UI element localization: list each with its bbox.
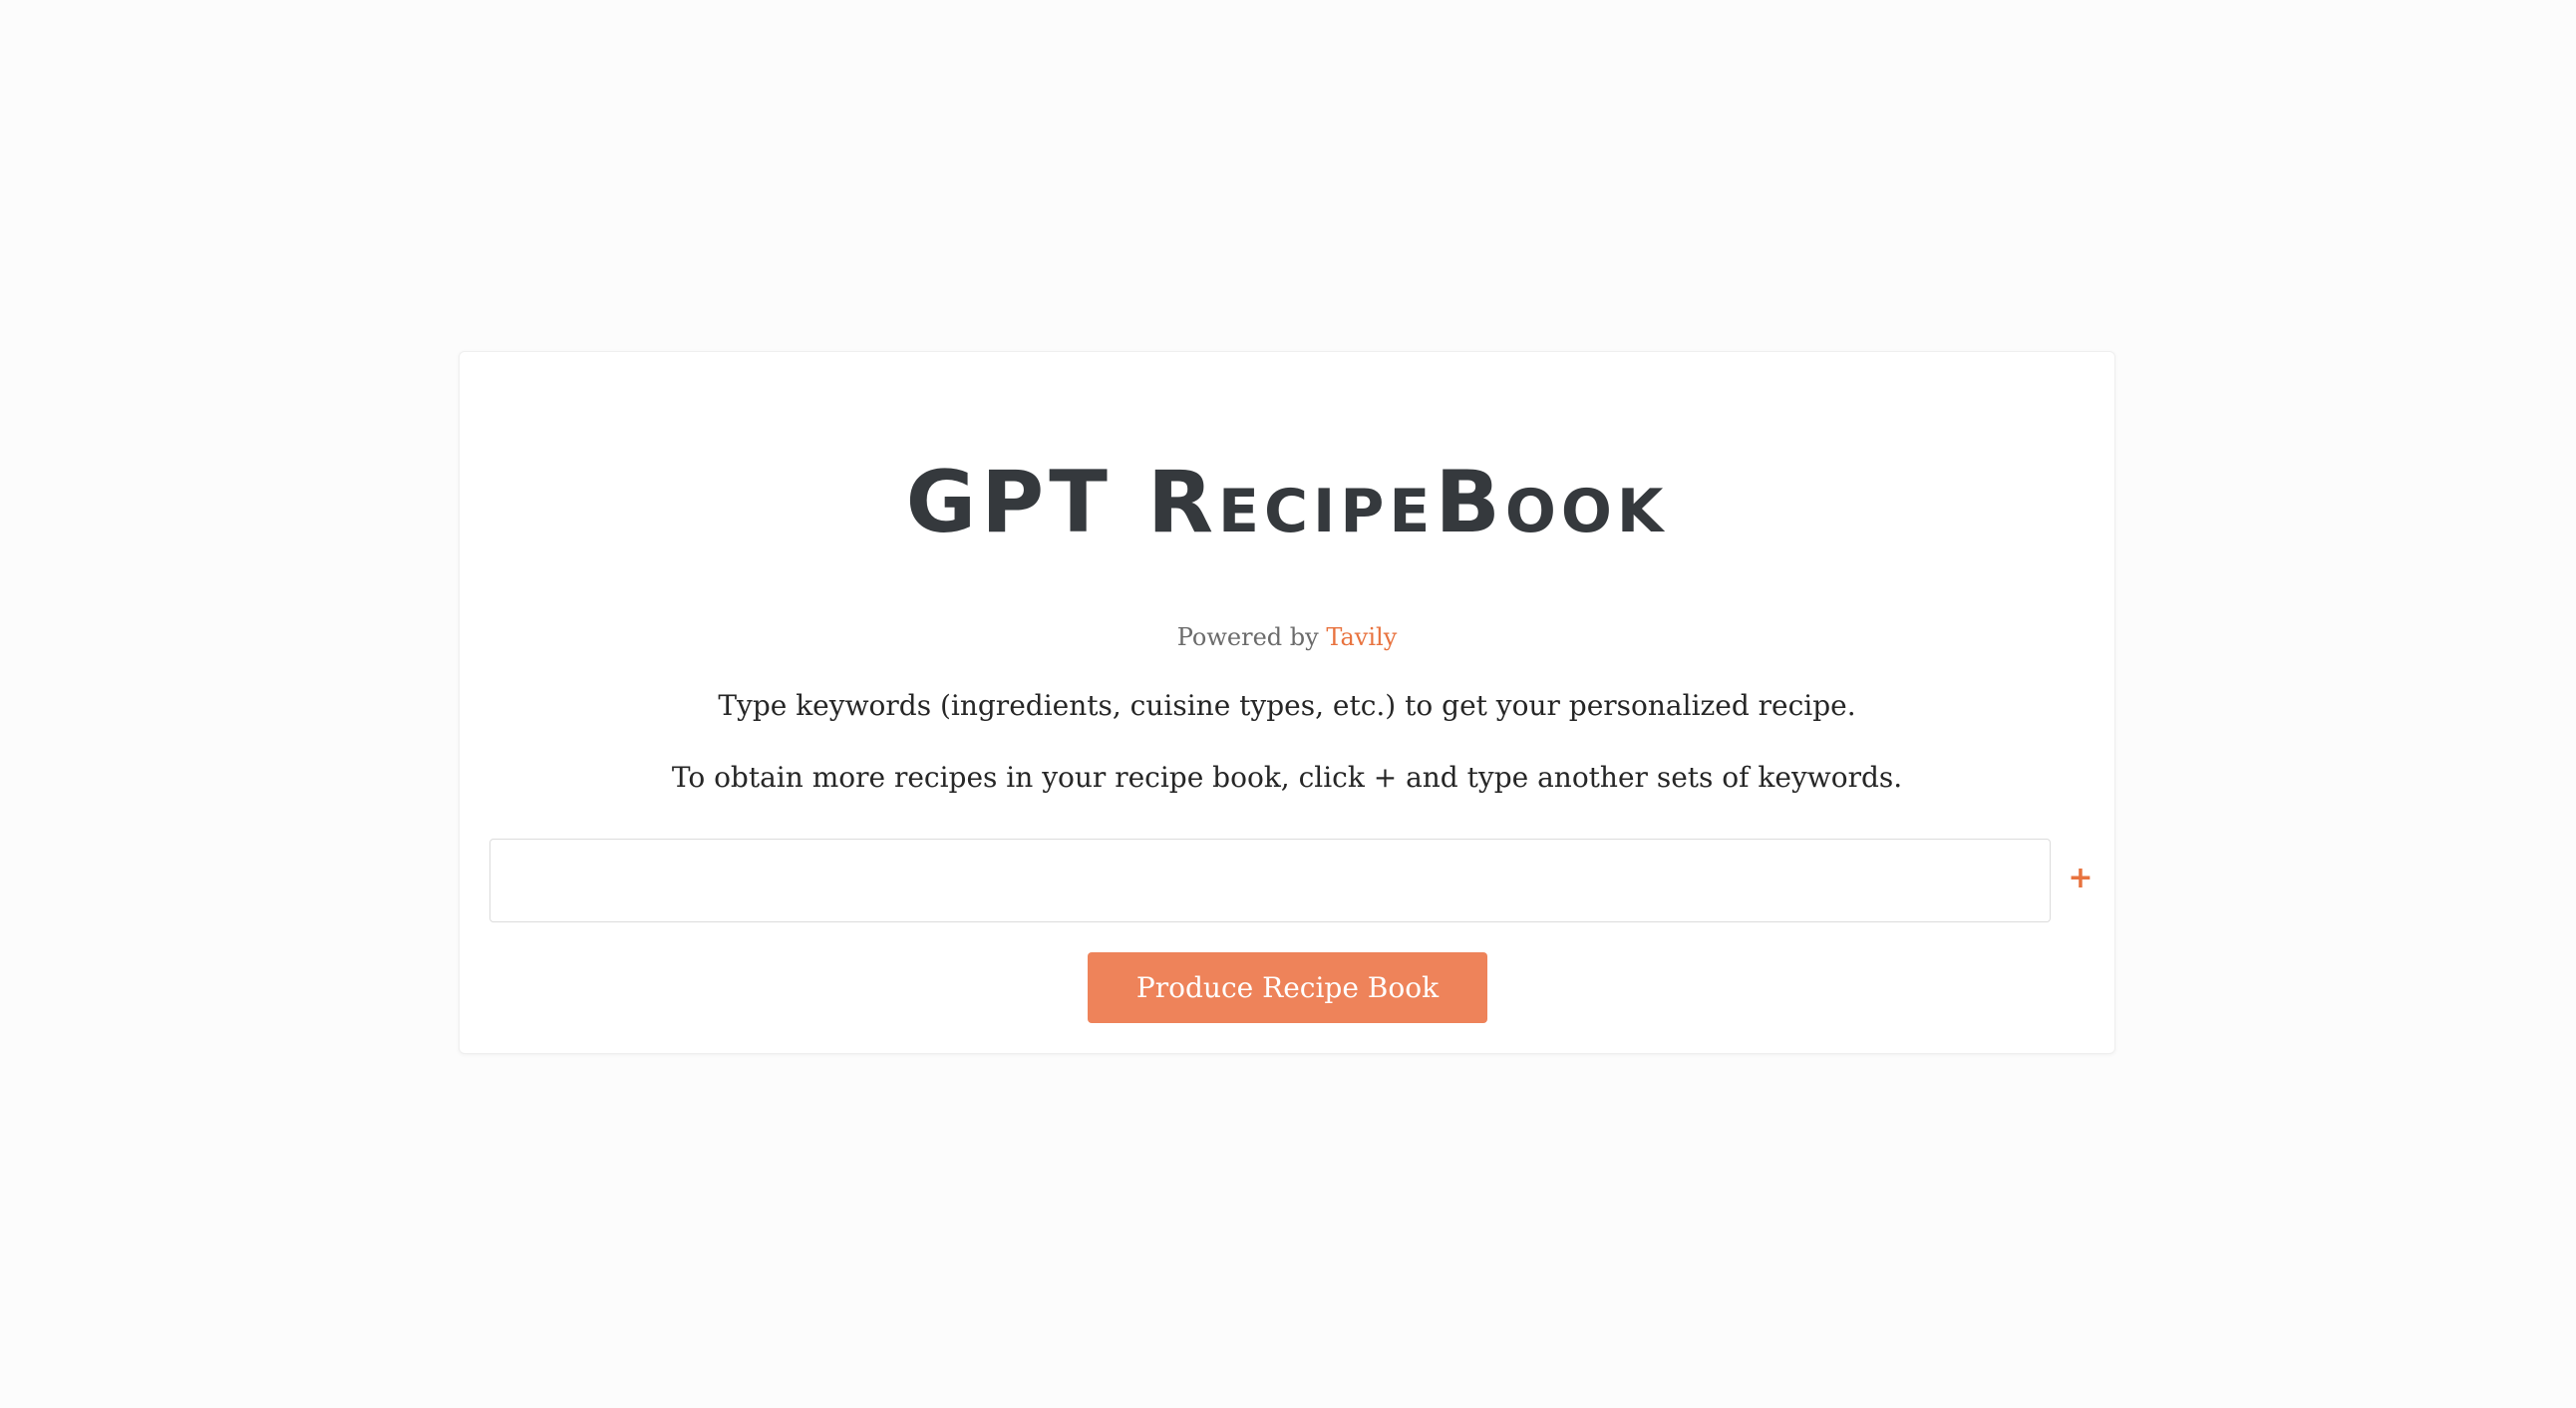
instruction-text-1: Type keywords (ingredients, cuisine type… [718,689,1856,722]
plus-icon: + [2068,861,2093,895]
add-keywords-button[interactable]: + [2061,859,2100,898]
recipe-card: GPT RecipeBook Powered by Tavily Type ke… [459,351,2115,1054]
tavily-brand-link[interactable]: Tavily [1326,623,1397,651]
powered-by-prefix: Powered by [1176,623,1327,651]
powered-by-line: Powered by Tavily [460,622,2114,653]
keywords-input[interactable] [489,839,2051,922]
page-title: GPT RecipeBook [905,453,1669,552]
instruction-text-2: To obtain more recipes in your recipe bo… [671,761,1903,794]
produce-recipe-book-button[interactable]: Produce Recipe Book [1088,952,1487,1023]
